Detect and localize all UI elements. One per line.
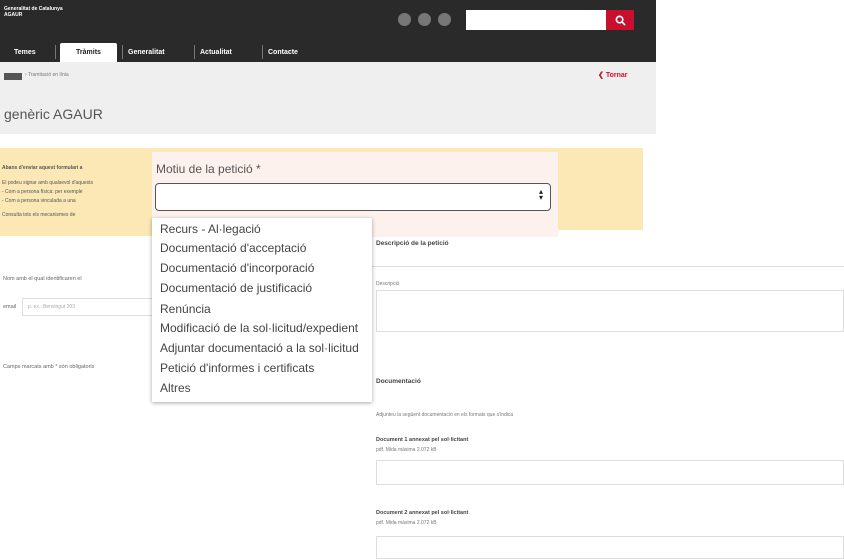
nav-separator — [55, 45, 56, 59]
option-acceptacio[interactable]: Documentació d'acceptació — [160, 241, 306, 255]
option-justificacio[interactable]: Documentació de justificació — [160, 281, 312, 295]
descripcio-label: Descripció — [376, 281, 400, 287]
notice-heading: Abans d'enviar aquest formulari a — [2, 165, 83, 171]
breadcrumb-band — [0, 62, 656, 134]
nav-separator — [262, 45, 263, 59]
nav-separator — [194, 45, 195, 59]
search-input[interactable] — [466, 10, 606, 30]
email-label: email — [3, 304, 17, 310]
doc1-hint: pdf. Mida màxima 2.072 kB — [376, 447, 437, 453]
required-note: Camps marcats amb * són obligatoris — [3, 364, 95, 370]
option-incorporacio[interactable]: Documentació d'incorporació — [160, 261, 314, 275]
nav-tramits[interactable]: Tràmits — [60, 43, 117, 62]
option-altres[interactable]: Altres — [160, 381, 191, 395]
notice-text: - Com a persona vinculada a una — [2, 198, 76, 204]
nav-generalitat[interactable]: Generalitat — [128, 43, 165, 62]
nav-separator — [122, 45, 123, 59]
brand-logo[interactable]: Generalitat de Catalunya AGAUR — [4, 6, 63, 18]
nav-actualitat[interactable]: Actualitat — [200, 43, 232, 62]
documentacio-hint: Adjunteu la següent documentació en els … — [376, 412, 514, 418]
doc2-hint: pdf. Mida màxima 2.072 kB — [376, 520, 437, 526]
search-icon — [615, 15, 626, 26]
back-link[interactable]: ❮ Tornar — [598, 71, 627, 79]
doc1-upload-field[interactable] — [376, 460, 844, 485]
social-circle-icon[interactable] — [418, 13, 431, 26]
doc2-upload-field[interactable] — [376, 536, 844, 559]
search-button[interactable] — [606, 10, 634, 30]
option-recurs[interactable]: Recurs - Al·legació — [160, 222, 261, 236]
option-informes[interactable]: Petició d'informes i certificats — [160, 361, 314, 375]
doc1-label: Document 1 annexat pel sol·licitant — [376, 437, 469, 443]
identify-label: Nom amb el qual identificaren el — [3, 276, 82, 282]
motiu-label: Motiu de la petició * — [156, 162, 261, 176]
email-field[interactable]: p. ex.: Benvingut 203 — [22, 298, 157, 316]
notice-text: - Com a persona física: per exemple — [2, 189, 83, 195]
brand-line-2: AGAUR — [4, 12, 23, 18]
breadcrumb-current: › Tramitació en línia — [25, 72, 69, 78]
notice-text: El podeu signar amb qualsevol d'aquests — [2, 180, 94, 186]
option-renuncia[interactable]: Renúncia — [160, 302, 211, 316]
descripcio-title: Descripció de la petició — [376, 240, 449, 247]
page-title: genèric AGAUR — [4, 106, 103, 122]
social-circle-icon[interactable] — [398, 13, 411, 26]
nav-temes[interactable]: Temes — [14, 43, 36, 62]
descripcio-field[interactable] — [376, 290, 844, 332]
doc2-label: Document 2 annexat pel sol·licitant — [376, 510, 469, 516]
documentacio-title: Documentació — [376, 378, 421, 385]
select-arrows-icon: ▴ ▾ — [538, 187, 543, 202]
social-circle-icon[interactable] — [438, 13, 451, 26]
motiu-select[interactable]: ▴ ▾ — [155, 183, 551, 211]
notice-link[interactable]: Consulta tots els mecanismes de — [2, 212, 75, 218]
motiu-dropdown-list: Recurs - Al·legació Documentació d'accep… — [152, 218, 372, 402]
option-modificacio[interactable]: Modificació de la sol·licitud/expedient — [160, 321, 358, 335]
divider — [372, 266, 844, 267]
nav-contacte[interactable]: Contacte — [268, 43, 298, 62]
option-adjuntar[interactable]: Adjuntar documentació a la sol·licitud — [160, 341, 359, 355]
breadcrumb-home[interactable] — [4, 73, 22, 80]
